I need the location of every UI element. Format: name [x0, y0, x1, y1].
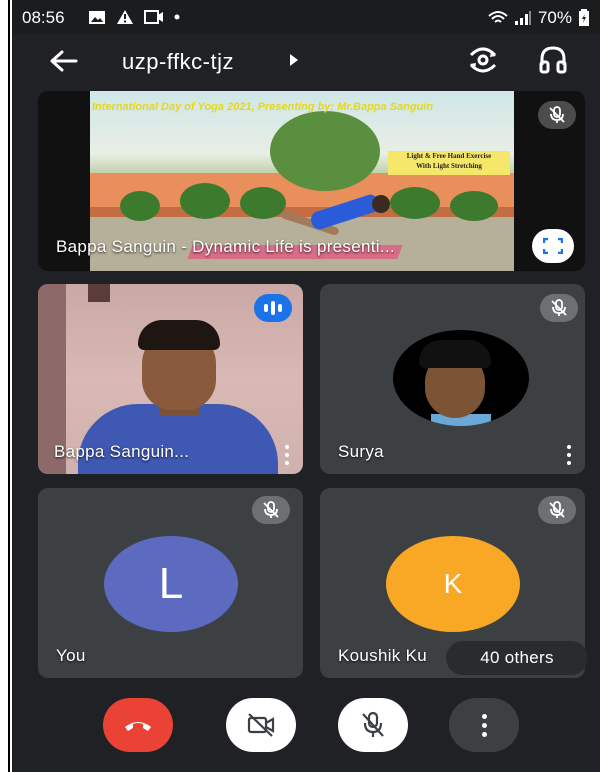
signal-icon	[514, 11, 531, 25]
meeting-code[interactable]: uzp-ffkc-tjz	[122, 49, 234, 75]
mic-off-icon	[263, 501, 279, 518]
dot-icon	[174, 14, 180, 20]
status-bar: 08:56 70%	[12, 0, 600, 34]
wifi-icon	[488, 11, 508, 23]
camera-toggle-button[interactable]	[226, 698, 296, 752]
battery-icon	[579, 9, 589, 26]
more-options-icon	[481, 713, 487, 737]
more-options-button[interactable]	[449, 698, 519, 752]
cast-icon	[144, 10, 163, 24]
avatar: K	[386, 536, 520, 632]
slide-title: International Day of Yoga 2021, Presenti…	[92, 101, 434, 113]
switch-camera-icon[interactable]	[466, 45, 500, 75]
mic-muted-badge	[538, 496, 576, 524]
avatar: L	[104, 536, 238, 632]
mic-muted-badge	[252, 496, 290, 524]
slide-caption-line: With Light Stretching	[416, 162, 482, 170]
mic-off-icon	[362, 711, 384, 737]
status-left-icons	[88, 9, 180, 25]
slide-plant	[180, 183, 230, 219]
more-vert-icon[interactable]	[566, 445, 572, 465]
others-participants-button[interactable]: 40 others	[446, 641, 588, 675]
slide-tree	[270, 111, 380, 191]
fullscreen-icon	[543, 238, 563, 254]
camera-off-icon	[247, 713, 275, 737]
frame-right	[600, 0, 604, 772]
slide-plant	[450, 191, 498, 221]
slide-plant	[240, 187, 286, 219]
fullscreen-button[interactable]	[532, 229, 574, 263]
meet-screen: 08:56 70% uzp-ffkc-tjz International Day…	[12, 0, 600, 772]
frame-left	[0, 0, 12, 772]
more-vert-icon[interactable]	[284, 445, 290, 465]
participant-tile-you[interactable]: L You	[38, 488, 303, 678]
participant-name: Bappa Sanguin...	[54, 442, 190, 461]
participant-name: You	[56, 646, 86, 665]
warning-icon	[117, 10, 133, 24]
participant-hair	[138, 320, 220, 350]
avatar	[393, 330, 529, 426]
status-right: 70%	[488, 8, 590, 28]
yoga-person-head	[372, 195, 390, 213]
end-call-icon	[125, 722, 151, 731]
presenter-name: Bappa Sanguin - Dynamic Life is presenti…	[56, 237, 395, 256]
end-call-button[interactable]	[103, 698, 173, 752]
mic-muted-badge	[540, 294, 578, 322]
caret-right-icon[interactable]	[290, 54, 298, 66]
mic-off-icon	[549, 501, 565, 518]
mic-toggle-button[interactable]	[338, 698, 408, 752]
slide-plant	[390, 187, 440, 219]
mic-off-icon	[551, 299, 567, 316]
headphones-icon[interactable]	[538, 45, 568, 75]
participant-name: Surya	[338, 442, 384, 461]
slide-caption-box: Light & Free Hand Exercise With Light St…	[388, 151, 510, 175]
app-bar: uzp-ffkc-tjz	[12, 34, 600, 88]
status-time: 08:56	[22, 8, 65, 27]
battery-percent: 70%	[537, 8, 572, 27]
participant-name: Koushik Ku	[338, 646, 427, 665]
mic-off-icon	[549, 106, 565, 123]
background-shelf	[88, 284, 110, 302]
slide-plant	[120, 191, 160, 221]
presentation-tile[interactable]: International Day of Yoga 2021, Presenti…	[38, 91, 585, 271]
participant-tile-surya[interactable]: Surya	[320, 284, 585, 474]
mic-muted-badge	[538, 101, 576, 129]
image-icon	[89, 10, 105, 24]
slide-caption-line: Light & Free Hand Exercise	[406, 152, 492, 160]
participant-tile-bappa[interactable]: Bappa Sanguin...	[38, 284, 303, 474]
speaking-indicator-icon	[254, 294, 292, 322]
back-arrow-icon[interactable]	[46, 46, 82, 76]
